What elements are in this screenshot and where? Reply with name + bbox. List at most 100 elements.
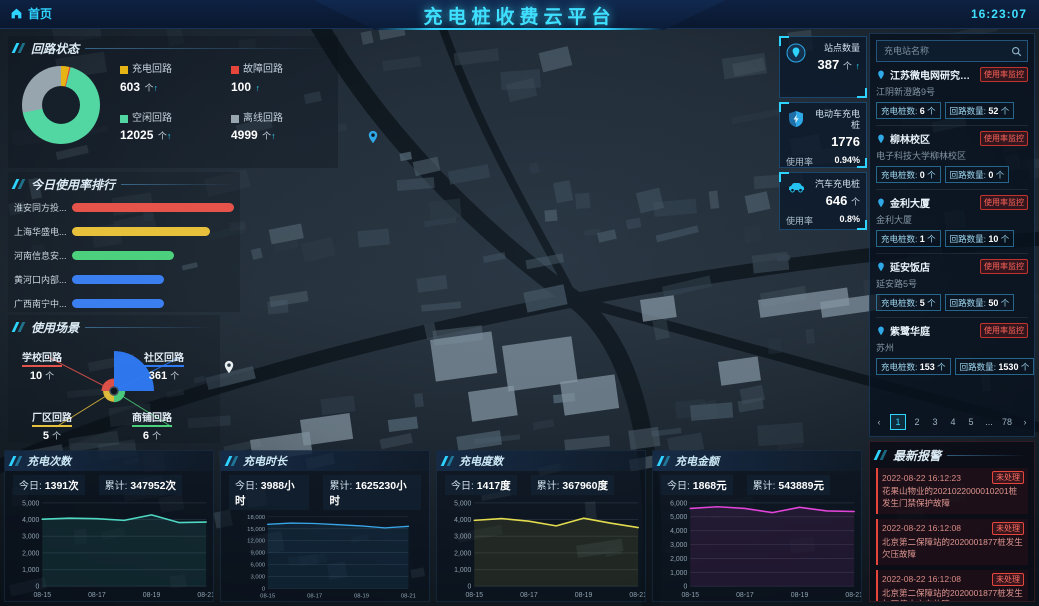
map-marker-icon[interactable] [366,130,380,144]
legend-item-charging: 充电回路 603 个↑ [120,64,221,97]
today-stat-chip: 今日: 1391次 [13,475,85,495]
pile-count-value: 6 [919,105,925,116]
alarm-status-badge: 未处理 [992,521,1024,535]
up-arrow-icon: ↑ [255,82,260,93]
total-label: 累计: [329,481,353,492]
svg-text:4,000: 4,000 [670,528,687,535]
pile-count-chip: 充电桩数: 1 个 [876,230,941,247]
rank-label: 河南信息安... [14,251,67,261]
usage-monitor-button[interactable]: 使用率监控 [980,259,1028,274]
rank-label: 黄河口内部... [14,275,67,285]
today-label: 今日: [19,481,42,492]
circuit-status-title-row: 回路状态 [14,40,332,56]
car-icon [789,183,804,193]
svg-text:2,000: 2,000 [22,550,39,557]
scene-name: 商铺回路 [132,409,172,427]
station-search-input[interactable] [882,45,1011,57]
legend-unit: 个 [157,131,167,141]
trend-panel-charge-amount: 充电金额 今日: 1868元 累计: 543889元 0 1,000 2,000 3,00… [652,450,862,602]
pagination-next-button[interactable]: › [1018,415,1032,429]
pile-count-label: 充电桩数: [881,233,918,244]
alarm-time: 2022-08-22 16:12:23 [882,472,961,483]
rank-row: 淮安同方投... [14,199,234,216]
pagination-page-button[interactable]: 4 [946,415,960,429]
loop-count-label: 回路数量: [959,361,997,372]
up-arrow-icon: ↑ [855,60,861,71]
pile-count-value: 0 [919,169,925,180]
legend-value: 100 [231,79,252,94]
trend-title: 充电金额 [675,456,719,468]
pile-count-chip: 充电桩数: 153 个 [876,358,951,375]
usage-rate-value: 0.8% [839,213,860,224]
legend-item-idle: 空闲回路 12025 个↑ [120,113,221,146]
stat-label: 电动车充电桩 [814,109,860,130]
home-nav-button[interactable]: 首页 [10,5,52,22]
usage-ranking-title-row: 今日使用率排行 [14,176,234,192]
pagination-page-button[interactable]: 78 [1000,415,1014,429]
svg-text:6,000: 6,000 [250,563,265,569]
pagination-prev-button[interactable]: ‹ [872,415,886,429]
alarm-item[interactable]: 2022-08-22 16:12:08 未处理 北京第二保障站的20200018… [876,518,1028,565]
scene-name: 社区回路 [144,349,184,367]
circuit-donut-hole [42,85,80,124]
station-address: 江阴新澄路9号 [876,87,936,97]
location-pin-icon [786,43,806,63]
pagination-page-button[interactable]: 1 [890,414,906,430]
rank-label: 上海华盛电... [14,227,67,237]
pile-count-unit: 个 [937,361,946,372]
total-value: 543889元 [778,480,824,492]
total-stat-chip: 累计: 367960度 [530,475,614,495]
scene-value: 5 [42,430,50,442]
scene-unit: 个 [45,371,55,381]
loop-count-label: 回路数量: [949,297,987,308]
alarm-message: 北京第二保障站的2020001877桩发生欠压停止充电故障 [882,587,1023,601]
usage-monitor-button[interactable]: 使用率监控 [980,67,1028,82]
top-header-bar: 首页 充电桩收费云平台 16:23:07 [0,0,1039,30]
pile-count-chip: 充电桩数: 6 个 [876,102,941,119]
svg-text:15,000: 15,000 [247,527,266,533]
station-pin-icon [878,198,884,207]
total-stat-chip: 累计: 543889元 [746,475,830,495]
pagination-page-button[interactable]: 3 [928,415,942,429]
rank-row: 广西南宁中... [14,295,234,312]
station-address: 电子科技大学柳林校区 [876,151,967,161]
pagination-page-button[interactable]: 2 [910,415,924,429]
loop-count-label: 回路数量: [949,105,987,116]
station-card[interactable]: 延安饭店 使用率监控 延安路5号 充电桩数: 5 个 回路数量: 50 个 [876,254,1028,318]
title-banner: 充电桩收费云平台 [313,0,726,30]
station-address: 苏州 [876,343,895,353]
svg-text:08-19: 08-19 [143,592,161,599]
legend-label: 故障回路 [243,64,283,75]
legend-swatch [120,114,128,123]
station-card[interactable]: 紫鹭华庭 使用率监控 苏州 充电桩数: 153 个 回路数量: 1530 个 [876,318,1035,381]
station-name: 紫鹭华庭 [890,327,930,338]
search-icon[interactable] [1011,46,1022,57]
today-label: 今日: [451,481,474,492]
station-card[interactable]: 江苏微电网研究院测试 使用率监控 江阴新澄路9号 充电桩数: 6 个 回路数量:… [876,62,1028,126]
usage-rate-label: 使用率 [786,215,814,226]
map-marker-icon[interactable] [222,360,236,374]
header-clock: 16:23:07 [970,7,1027,21]
rank-bar [72,203,234,212]
rank-track [72,251,234,260]
station-card[interactable]: 金利大厦 使用率监控 金利大厦 充电桩数: 1 个 回路数量: 10 个 [876,190,1028,254]
rank-bar [72,251,175,260]
usage-monitor-button[interactable]: 使用率监控 [980,195,1028,210]
svg-text:3,000: 3,000 [670,542,687,549]
usage-scene-title: 使用场景 [31,320,80,335]
alarm-item[interactable]: 2022-08-22 16:12:08 未处理 北京第二保障站的20200018… [876,569,1028,601]
station-card[interactable]: 柳林校区 使用率监控 电子科技大学柳林校区 充电桩数: 0 个 回路数量: 0 … [876,126,1028,190]
today-value: 1868元 [692,480,727,492]
pile-count-value: 1 [919,233,925,244]
pile-count-label: 充电桩数: [881,297,918,308]
loop-count-unit: 个 [995,169,1005,180]
page-title: 充电桩收费云平台 [423,6,616,28]
alarm-item[interactable]: 2022-08-22 16:12:23 未处理 花果山物业的2021022000… [876,468,1028,514]
usage-monitor-button[interactable]: 使用率监控 [980,323,1028,338]
pagination-page-button[interactable]: 5 [964,415,978,429]
up-arrow-icon: ↑ [166,131,172,141]
svg-text:08-19: 08-19 [791,592,809,599]
svg-text:5,000: 5,000 [454,500,471,507]
svg-text:3,000: 3,000 [22,534,39,541]
usage-monitor-button[interactable]: 使用率监控 [980,131,1028,146]
